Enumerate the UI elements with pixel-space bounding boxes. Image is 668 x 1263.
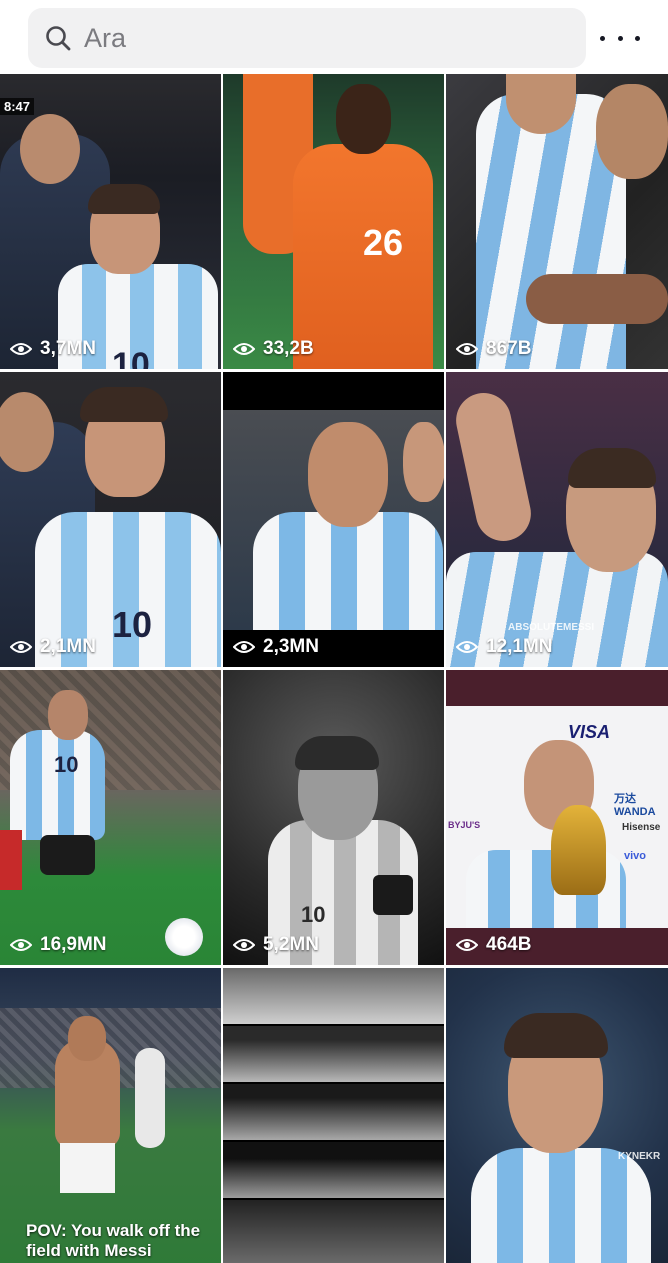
eye-icon <box>456 343 478 355</box>
jersey-number: 10 <box>301 902 326 927</box>
jersey-number: 26 <box>363 222 404 263</box>
jersey-number: 10 <box>112 346 150 369</box>
more-icon <box>600 35 605 41</box>
video-thumbnail[interactable]: 10 2,1MN <box>0 372 221 667</box>
search-icon <box>46 26 71 51</box>
video-thumbnail[interactable]: 10 5,2MN <box>223 670 444 965</box>
soccer-ball <box>165 918 203 956</box>
eye-icon <box>456 939 478 951</box>
eye-icon <box>10 939 32 951</box>
argentina-jersey <box>471 1148 651 1263</box>
video-thumbnail[interactable]: POV: You walk off the field with Messi <box>0 968 221 1263</box>
video-caption: POV: You walk off the field with Messi <box>26 1221 201 1260</box>
arm <box>526 274 668 324</box>
video-thumbnail[interactable]: ABSOLUTEMESSI 12,1MN <box>446 372 668 667</box>
search-input[interactable] <box>84 22 554 54</box>
watermark: ABSOLUTEMESSI <box>508 622 595 633</box>
view-count: 16,9MN <box>10 934 107 956</box>
captain-armband <box>373 875 413 915</box>
view-count: 33,2B <box>233 338 314 360</box>
jersey-number: 10 <box>112 604 153 645</box>
argentina-jersey <box>253 512 443 630</box>
eye-icon <box>233 641 255 653</box>
eye-icon <box>456 641 478 653</box>
more-options-button[interactable] <box>600 24 640 52</box>
sponsor-logo: Hisense <box>622 822 661 833</box>
top-bar <box>0 0 668 74</box>
argentina-jersey <box>10 730 105 840</box>
eye-icon <box>233 939 255 951</box>
video-thumbnail[interactable]: KYNEKR <box>446 968 668 1263</box>
face-strip <box>223 1200 444 1263</box>
video-thumbnail[interactable]: 2,3MN <box>223 372 444 667</box>
video-thumbnail[interactable]: 867B <box>446 74 668 369</box>
view-count: 867B <box>456 338 531 360</box>
view-count: 2,1MN <box>10 636 96 658</box>
video-thumbnail[interactable]: 10 8:47 3,7MN <box>0 74 221 369</box>
search-bar[interactable] <box>28 8 586 68</box>
face-strip <box>223 1142 444 1198</box>
view-count: 12,1MN <box>456 636 553 658</box>
video-grid: 10 8:47 3,7MN 26 33,2B 867B 10 2,1MN 2,3… <box>0 74 668 1263</box>
video-thumbnail[interactable]: 10 16,9MN <box>0 670 221 965</box>
watermark: KYNEKR <box>618 1151 661 1162</box>
sponsor-logo: 万达 WANDA <box>614 793 656 818</box>
sponsor-logo: BYJU'S <box>448 820 481 830</box>
eye-icon <box>10 641 32 653</box>
view-count: 3,7MN <box>10 338 96 360</box>
sponsor-logo: VISA <box>568 722 611 742</box>
video-thumbnail[interactable]: 26 33,2B <box>223 74 444 369</box>
video-thumbnail[interactable]: VISA 万达 WANDA BYJU'S Hisense vivo 464B <box>446 670 668 965</box>
face-strip <box>223 968 444 1024</box>
sponsor-logo: vivo <box>624 850 647 862</box>
view-count: 2,3MN <box>233 636 319 658</box>
jersey-number: 10 <box>54 752 79 777</box>
face-strip <box>223 1084 444 1140</box>
face-strip <box>223 1026 444 1082</box>
eye-icon <box>233 343 255 355</box>
view-count: 5,2MN <box>233 934 319 956</box>
timestamp-overlay: 8:47 <box>0 98 35 115</box>
view-count: 464B <box>456 934 531 956</box>
video-thumbnail[interactable] <box>223 968 444 1263</box>
world-cup-trophy <box>551 805 606 895</box>
eye-icon <box>10 343 32 355</box>
